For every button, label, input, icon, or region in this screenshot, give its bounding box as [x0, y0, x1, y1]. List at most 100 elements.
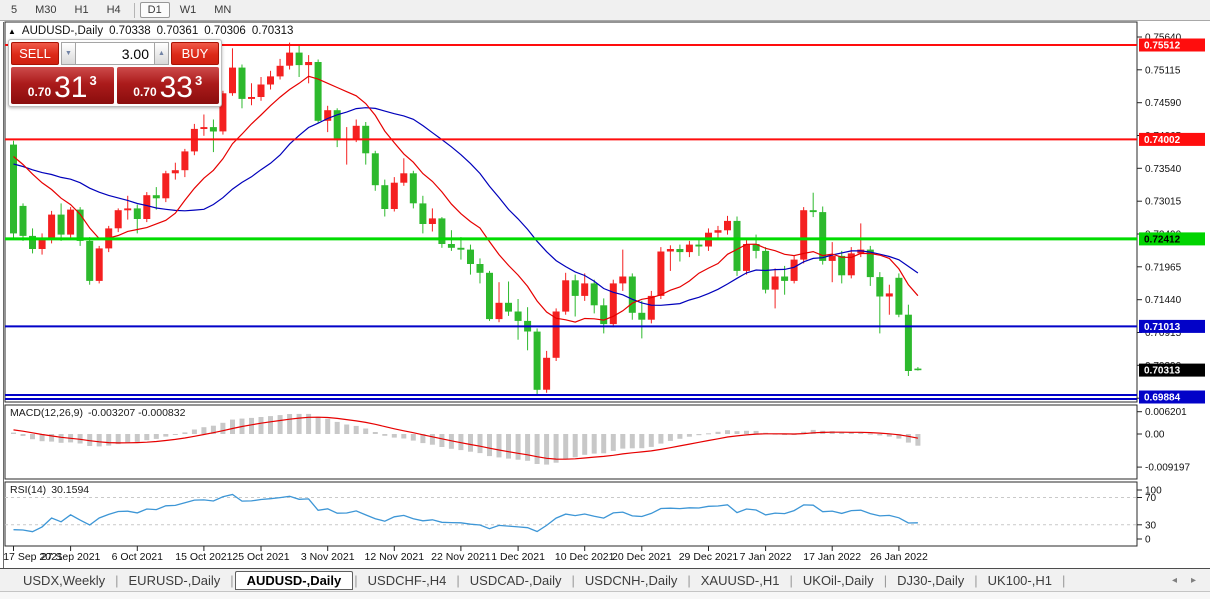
chart-tab-xauusd-h1[interactable]: XAUUSD-,H1: [692, 572, 789, 589]
candle-body: [296, 53, 303, 66]
candle-body: [419, 203, 426, 224]
candle-body: [48, 215, 55, 239]
sell-button[interactable]: SELL: [11, 42, 59, 65]
macd-histogram-bar: [544, 434, 549, 465]
volume-increase-button[interactable]: ▲: [154, 42, 169, 65]
candle-body: [734, 221, 741, 271]
ohlc-high: 0.70361: [157, 25, 199, 37]
macd-histogram-bar: [163, 434, 168, 437]
timeframe-button-d1[interactable]: D1: [140, 2, 170, 18]
bid-price-block[interactable]: 0.70 31 3: [11, 67, 114, 104]
volume-decrease-button[interactable]: ▼: [61, 42, 76, 65]
axis-label: 0.74590: [1145, 98, 1182, 109]
tab-scroll-left-icon[interactable]: ◂: [1172, 575, 1177, 586]
macd-histogram-bar: [297, 414, 302, 434]
tab-scroll-right-icon[interactable]: ▸: [1191, 575, 1196, 586]
candle-body: [477, 264, 484, 273]
chart-tab-ukoil-daily[interactable]: UKOil-,Daily: [794, 572, 883, 589]
ohlc-low: 0.70306: [204, 25, 246, 37]
rsi-value: 30.1594: [51, 484, 89, 496]
candle-body: [20, 206, 27, 236]
ask-price-big: 33: [160, 72, 193, 104]
chart-tab-usdcnh-daily[interactable]: USDCNH-,Daily: [576, 572, 686, 589]
macd-histogram-bar: [59, 434, 64, 443]
macd-histogram-bar: [906, 434, 911, 443]
axis-label: 6 Oct 2021: [112, 551, 164, 563]
chart-tab-audusd-daily[interactable]: AUDUSD-,Daily: [235, 571, 354, 590]
macd-histogram-bar: [668, 434, 673, 441]
macd-histogram-bar: [230, 420, 235, 434]
axis-label: 0.72412: [1144, 234, 1181, 245]
timeframe-button-5[interactable]: 5: [3, 2, 25, 18]
axis-label: 0.71440: [1145, 295, 1182, 306]
macd-histogram-bar: [135, 434, 140, 442]
candle-body: [819, 212, 826, 261]
timeframe-button-h4[interactable]: H4: [99, 2, 129, 18]
axis-label: 29 Dec 2021: [679, 551, 739, 563]
ohlc-open: 0.70338: [109, 25, 151, 37]
candle-body: [229, 68, 236, 94]
candle-body: [410, 173, 417, 203]
macd-histogram-bar: [687, 434, 692, 437]
chart-tab-usdx-weekly[interactable]: USDX,Weekly: [14, 572, 114, 589]
macd-histogram-bar: [592, 434, 597, 454]
toolbar-separator: [134, 3, 135, 18]
macd-histogram-bar: [401, 434, 406, 439]
axis-label: 0: [1145, 535, 1151, 546]
candle-body: [562, 280, 569, 311]
candle-body: [58, 215, 65, 235]
chart-title: ▲ AUDUSD-,Daily 0.70338 0.70361 0.70306 …: [8, 25, 293, 37]
axis-label: 20 Dec 2021: [612, 551, 672, 563]
axis-label: 25 Oct 2021: [232, 551, 289, 563]
macd-histogram-bar: [639, 434, 644, 448]
buy-button[interactable]: BUY: [171, 42, 219, 65]
candle-body: [381, 185, 388, 209]
candle-body: [905, 315, 912, 371]
macd-histogram-bar: [478, 434, 483, 453]
candle-body: [505, 303, 512, 312]
axis-label: 0.00: [1145, 430, 1165, 441]
candle-body: [457, 248, 464, 250]
candle-body: [115, 210, 122, 228]
axis-label: 0.70313: [1144, 366, 1181, 377]
macd-values: -0.003207 -0.000832: [88, 407, 186, 419]
candle-body: [134, 208, 141, 219]
candle-body: [724, 221, 731, 230]
collapse-arrow-icon[interactable]: ▲: [8, 27, 16, 36]
macd-histogram-bar: [525, 434, 530, 461]
macd-histogram-bar: [744, 431, 749, 434]
rsi-pane[interactable]: [5, 482, 1137, 546]
macd-histogram-bar: [535, 434, 540, 464]
macd-histogram-bar: [506, 434, 511, 459]
candle-body: [772, 277, 779, 290]
volume-input[interactable]: 3.00: [76, 42, 154, 65]
axis-label: -0.009197: [1145, 463, 1190, 474]
candle-body: [515, 312, 522, 321]
rsi-indicator-label: RSI(14) 30.1594: [10, 484, 89, 496]
macd-histogram-bar: [182, 432, 187, 434]
ask-price-block[interactable]: 0.70 33 3: [117, 67, 220, 104]
macd-histogram-bar: [278, 415, 283, 434]
candle-body: [572, 280, 579, 296]
macd-histogram-bar: [144, 434, 149, 440]
bid-price-sup: 3: [90, 73, 97, 88]
macd-histogram-bar: [220, 423, 225, 434]
chart-tab-uk100-h1[interactable]: UK100-,H1: [979, 572, 1061, 589]
candle-body: [886, 293, 893, 296]
chart-tab-usdcad-daily[interactable]: USDCAD-,Daily: [461, 572, 571, 589]
axis-label: 15 Oct 2021: [175, 551, 232, 563]
timeframe-button-h1[interactable]: H1: [67, 2, 97, 18]
axis-label: 3 Nov 2021: [301, 551, 355, 563]
timeframe-button-w1[interactable]: W1: [172, 2, 205, 18]
timeframe-button-m30[interactable]: M30: [27, 2, 64, 18]
chart-tab-usdchf-h4[interactable]: USDCHF-,H4: [359, 572, 456, 589]
chart-tab-eurusd-daily[interactable]: EURUSD-,Daily: [120, 572, 230, 589]
candle-body: [715, 230, 722, 233]
chart-tab-dj30-daily[interactable]: DJ30-,Daily: [888, 572, 973, 589]
candle-body: [829, 256, 836, 261]
timeframe-button-mn[interactable]: MN: [206, 2, 239, 18]
candle-body: [124, 208, 131, 210]
macd-histogram-bar: [497, 434, 502, 457]
macd-histogram-bar: [658, 434, 663, 444]
candle-body: [676, 249, 683, 252]
